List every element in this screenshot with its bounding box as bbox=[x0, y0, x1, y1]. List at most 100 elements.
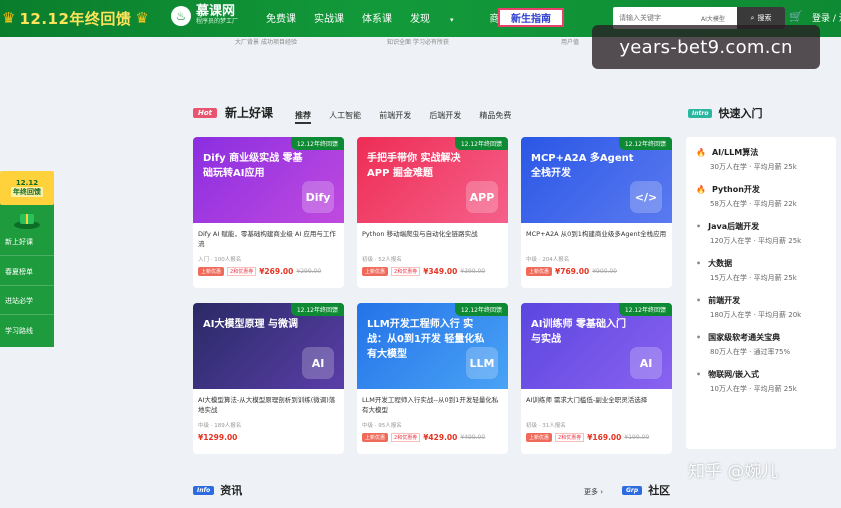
new-courses-header: Hot 新上好课 推荐 人工智能 前端开发 后端开发 精品免费 bbox=[193, 103, 524, 124]
strip-text: 大厂背景 成功项目经验 bbox=[235, 39, 297, 46]
info-badge: Info bbox=[193, 485, 215, 495]
nav-discover-label: 发现 bbox=[410, 14, 430, 25]
bullet-icon: • bbox=[696, 333, 702, 342]
course-card[interactable]: 12.12年终回馈 AI训练师 零基础入门与实战 AI AI训练师 需求大门槛低… bbox=[521, 303, 672, 454]
course-meta: 中级 · 189人报名 bbox=[198, 423, 242, 429]
logo-subtitle: 程序员的梦工厂 bbox=[196, 18, 239, 25]
sale-badge: 上新优惠 bbox=[362, 267, 389, 276]
promo-ribbon: 12.12年终回馈 bbox=[290, 303, 344, 316]
gift-box-icon bbox=[14, 214, 40, 229]
app-grid-icon: APP bbox=[466, 181, 498, 213]
promo-ribbon: 12.12年终回馈 bbox=[454, 303, 508, 316]
float-nav-new-courses[interactable]: 新上好课 bbox=[5, 237, 33, 247]
quick-item[interactable]: 🔥 Python开发 58万人在学 · 平均月薪 22k bbox=[696, 184, 836, 209]
course-banner: 12.12年终回馈 MCP+A2A 多Agent全栈开发 </> bbox=[521, 137, 672, 223]
promo-banner[interactable]: ♛ 12.12年终回馈 ♛ bbox=[2, 6, 149, 30]
course-banner: 12.12年终回馈 AI大模型原理 与微调 AI bbox=[193, 303, 344, 389]
search-icon: ⌕ bbox=[750, 13, 755, 22]
ai-chip-icon: AI bbox=[630, 347, 662, 379]
quick-item[interactable]: 🔥 AI/LLM算法 30万人在学 · 平均月薪 25k bbox=[696, 147, 836, 172]
course-tabs: 推荐 人工智能 前端开发 后端开发 精品免费 bbox=[295, 103, 524, 124]
fire-icon: 🔥 bbox=[696, 185, 706, 194]
course-title[interactable]: MCP+A2A 从0到1构建商业级多Agent全栈应用 bbox=[521, 223, 672, 253]
quick-start-title: 快速入门 bbox=[718, 107, 763, 120]
course-meta: 初级 · 31人报名 bbox=[526, 423, 566, 429]
more-link[interactable]: 更多 › bbox=[584, 487, 603, 497]
quick-item-name: 物联网/嵌入式 bbox=[708, 370, 760, 379]
badge-title: 年终回馈 bbox=[11, 187, 43, 197]
cart-icon[interactable]: 🛒 bbox=[789, 10, 803, 23]
course-title[interactable]: AI训练师 需求大门槛低-副业全职灵活选择 bbox=[521, 389, 672, 419]
course-banner: 12.12年终回馈 LLM开发工程师入行 实战：从0到1开发 轻量化私有大模型 … bbox=[357, 303, 508, 389]
url-watermark: years-bet9.com.cn bbox=[592, 25, 820, 69]
original-price: ¥199.00 bbox=[624, 434, 650, 441]
quick-item[interactable]: • 前端开发 180万人在学 · 平均月薪 20k bbox=[696, 295, 836, 320]
hot-badge: Hot bbox=[193, 107, 218, 118]
bullet-icon: • bbox=[696, 222, 702, 231]
quick-item-stats: 120万人在学 · 平均月薪 25k bbox=[710, 237, 802, 245]
course-card[interactable]: 12.12年终回馈 LLM开发工程师入行 实战：从0到1开发 轻量化私有大模型 … bbox=[357, 303, 508, 454]
community-section-header: Grp 社区 bbox=[622, 482, 670, 498]
nav-discover[interactable]: 发现 ▾ bbox=[410, 10, 472, 25]
search-input[interactable] bbox=[619, 14, 697, 22]
quick-item[interactable]: • 国家级软考通关宝典 80万人在学 · 通过率75% bbox=[696, 332, 836, 357]
course-banner: 12.12年终回馈 手把手带你 实战解决 APP 掘金难题 APP bbox=[357, 137, 508, 223]
nav-free-courses[interactable]: 免费课 bbox=[266, 10, 296, 25]
info-title: 资讯 bbox=[220, 484, 243, 497]
quick-item-stats: 80万人在学 · 通过率75% bbox=[710, 348, 791, 356]
zhihu-watermark: 知乎 @婉儿 bbox=[688, 462, 779, 482]
tab-recommended[interactable]: 推荐 bbox=[295, 111, 312, 124]
course-title[interactable]: AI大模型算法-从大模型原理剖析到训练(微调)落地实战 bbox=[193, 389, 344, 419]
dify-app-icon: Dify bbox=[302, 181, 334, 213]
nav-system-courses[interactable]: 体系课 bbox=[362, 10, 392, 25]
quick-item[interactable]: • 大数据 15万人在学 · 平均月薪 25k bbox=[696, 258, 836, 283]
course-banner: 12.12年终回馈 Dify 商业级实战 零基础玩转AI应用 Dify bbox=[193, 137, 344, 223]
quick-item[interactable]: • 物联网/嵌入式 10万人在学 · 平均月薪 25k bbox=[696, 369, 836, 394]
banner-title: AI训练师 零基础入门与实战 bbox=[531, 319, 626, 345]
community-title: 社区 bbox=[648, 484, 671, 497]
banner-title: LLM开发工程师入行 实战：从0到1开发 轻量化私有大模型 bbox=[367, 319, 485, 360]
course-card[interactable]: 12.12年终回馈 AI大模型原理 与微调 AI AI大模型算法-从大模型原理剖… bbox=[193, 303, 344, 454]
float-nav-learning-path[interactable]: 学习路线 bbox=[5, 326, 33, 336]
tab-frontend[interactable]: 前端开发 bbox=[379, 111, 411, 122]
course-title[interactable]: Dify AI 赋能，零基础构建商业级 AI 应用与工作流 bbox=[193, 223, 344, 253]
course-card[interactable]: 12.12年终回馈 MCP+A2A 多Agent全栈开发 </> MCP+A2A… bbox=[521, 137, 672, 288]
price: ¥349.00 bbox=[423, 267, 458, 276]
price: ¥269.00 bbox=[259, 267, 294, 276]
course-card[interactable]: 12.12年终回馈 手把手带你 实战解决 APP 掘金难题 APP Python… bbox=[357, 137, 508, 288]
promo-ribbon: 12.12年终回馈 bbox=[618, 303, 672, 316]
tab-ai[interactable]: 人工智能 bbox=[329, 111, 361, 122]
crown-icon: ♛ bbox=[2, 8, 16, 27]
fire-icon: 🔥 bbox=[696, 148, 706, 157]
chevron-down-icon: ▾ bbox=[450, 16, 454, 24]
quick-item-name: Python开发 bbox=[711, 185, 760, 194]
float-nav-rankings[interactable]: 春夏榜单 bbox=[5, 267, 33, 277]
year-end-badge[interactable]: 12.12 年终回馈 bbox=[0, 171, 54, 205]
price-row: 上新优惠 2和优惠券 ¥349.00 ¥399.00 bbox=[357, 263, 508, 276]
info-section-header: Info 资讯 bbox=[193, 482, 242, 498]
quick-item-name: 大数据 bbox=[708, 259, 733, 268]
promo-ribbon: 12.12年终回馈 bbox=[618, 137, 672, 150]
search-hot-tag[interactable]: AI大模型 bbox=[701, 14, 725, 23]
course-title[interactable]: LLM开发工程师入行实战--从0到1开发轻量化私有大模型 bbox=[357, 389, 508, 419]
quick-item[interactable]: • Java后端开发 120万人在学 · 平均月薪 25k bbox=[696, 221, 836, 246]
price-row: ¥1299.00 bbox=[193, 429, 344, 442]
price: ¥1299.00 bbox=[198, 433, 238, 442]
nav-practical-courses[interactable]: 实战课 bbox=[314, 10, 344, 25]
tab-free[interactable]: 精品免费 bbox=[479, 111, 511, 122]
tab-backend[interactable]: 后端开发 bbox=[429, 111, 461, 122]
left-floating-nav: 12.12 年终回馈 新上好课 春夏榜单 进站必学 学习路线 bbox=[0, 171, 54, 347]
logo-flame-icon: ♨ bbox=[171, 5, 191, 26]
robot-icon: AI bbox=[302, 347, 334, 379]
price: ¥169.00 bbox=[587, 433, 622, 442]
banner-title: Dify 商业级实战 零基础玩转AI应用 bbox=[203, 153, 303, 179]
float-nav-must-learn[interactable]: 进站必学 bbox=[5, 296, 33, 306]
course-title[interactable]: Python 移动端爬虫与自动化全链路实战 bbox=[357, 223, 508, 253]
course-card[interactable]: 12.12年终回馈 Dify 商业级实战 零基础玩转AI应用 Dify Dify… bbox=[193, 137, 344, 288]
price: ¥429.00 bbox=[423, 433, 458, 442]
login-link[interactable]: 登录 / 注 bbox=[812, 11, 841, 24]
site-logo[interactable]: ♨ 慕课网 程序员的梦工厂 bbox=[171, 5, 238, 26]
quick-item-stats: 15万人在学 · 平均月薪 25k bbox=[710, 274, 797, 282]
promo-text: 12.12年终回馈 bbox=[19, 9, 132, 28]
newbie-guide-button[interactable]: 新生指南 bbox=[498, 8, 564, 27]
